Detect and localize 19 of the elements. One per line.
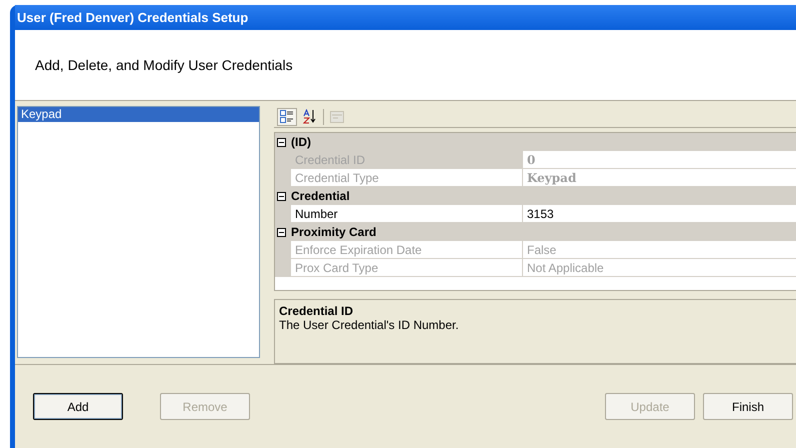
collapse-icon[interactable] (277, 228, 286, 237)
collapse-icon[interactable] (277, 192, 286, 201)
categorized-icon (280, 110, 294, 124)
description-text: The User Credential's ID Number. (279, 318, 460, 332)
page-subtitle: Add, Delete, and Modify User Credentials (35, 57, 293, 73)
window-title: User (Fred Denver) Credentials Setup (15, 5, 796, 30)
list-item[interactable]: Keypad (18, 107, 259, 122)
collapse-icon[interactable] (277, 138, 286, 147)
category-label: (ID) (291, 135, 311, 150)
dialog-button[interactable]: Finish (703, 393, 793, 420)
dialog-button[interactable]: Add (33, 393, 123, 420)
toolbar-button[interactable] (277, 108, 297, 126)
property-pages-icon (330, 110, 344, 123)
description-title: Credential ID (279, 304, 354, 318)
category-label: Credential (291, 189, 350, 204)
property-name[interactable]: Number (291, 205, 523, 224)
property-value[interactable]: 3153 (523, 205, 796, 224)
sort-icon (303, 109, 317, 124)
category-label: Proximity Card (291, 225, 376, 240)
